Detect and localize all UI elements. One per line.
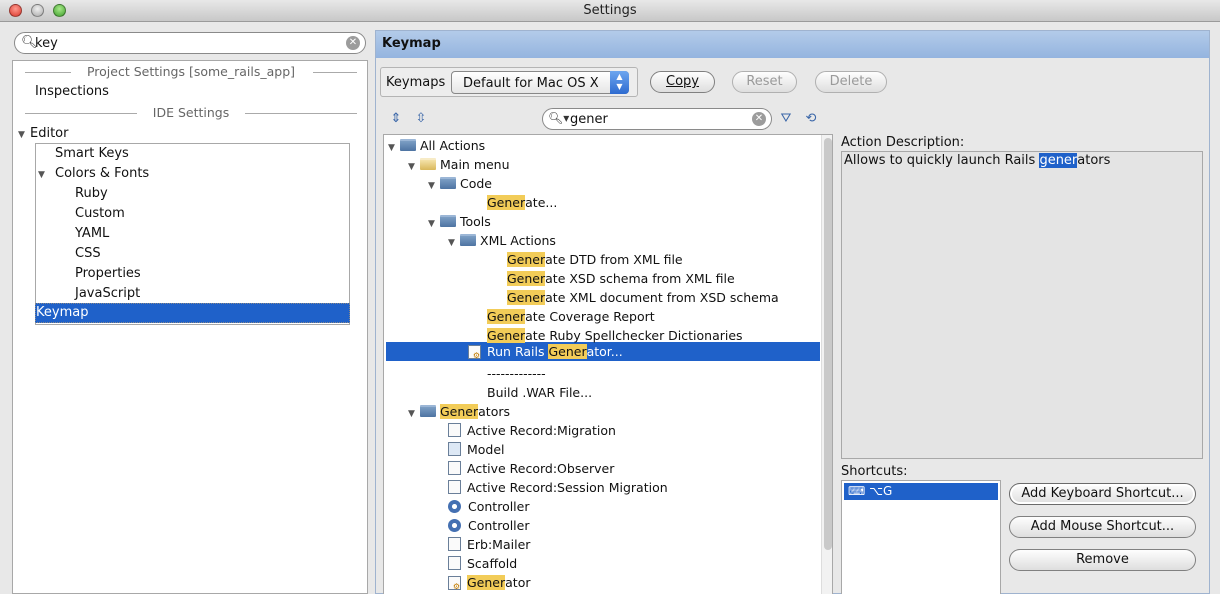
- settings-search-input[interactable]: [35, 35, 335, 51]
- folder-icon: [460, 234, 476, 246]
- keymap-select-value: Default for Mac OS X: [463, 76, 599, 91]
- tree-node[interactable]: ▼ Tools: [428, 212, 491, 231]
- document-icon: [448, 537, 461, 551]
- tree-item-keymap[interactable]: Keymap: [35, 303, 350, 323]
- keymap-panel: Keymap Keymaps Default for Mac OS X ▲ ▼ C…: [375, 30, 1210, 594]
- tree-node[interactable]: Generate XSD schema from XML file: [507, 269, 735, 288]
- tree-node[interactable]: Build .WAR File...: [487, 383, 592, 402]
- search-icon: 🔍︎▾: [548, 111, 570, 125]
- tree-item-editor[interactable]: ▼ Editor: [18, 126, 68, 141]
- reset-button[interactable]: Reset: [732, 71, 797, 93]
- expand-all-icon[interactable]: ⇕: [387, 110, 405, 128]
- tree-node[interactable]: ▼ All Actions: [388, 136, 485, 155]
- tree-node[interactable]: ▼ Code: [428, 174, 492, 193]
- actions-tree: ▼ All Actions ▼ Main menu ▼ Code Generate..…: [383, 134, 833, 594]
- action-filter-field[interactable]: 🔍︎▾ ✕: [542, 108, 772, 130]
- tree-node[interactable]: ▼ XML Actions: [448, 231, 556, 250]
- controller-icon: [448, 519, 461, 532]
- add-mouse-shortcut-button[interactable]: Add Mouse Shortcut...: [1009, 516, 1196, 538]
- document-icon: [448, 480, 461, 494]
- document-icon: [448, 556, 461, 570]
- tree-node[interactable]: Model: [448, 440, 505, 459]
- action-description-box: Allows to quickly launch Rails generator…: [841, 151, 1203, 459]
- folder-icon: [420, 158, 436, 170]
- action-description-label: Action Description:: [841, 135, 965, 150]
- tree-node[interactable]: Generate XML document from XSD schema: [507, 288, 779, 307]
- keymaps-label: Keymaps: [386, 75, 446, 90]
- shortcut-item[interactable]: ⌨ ⌥G: [844, 483, 998, 500]
- clear-filter-icon[interactable]: ✕: [752, 112, 766, 126]
- keymaps-group: Keymaps Default for Mac OS X ▲ ▼: [380, 67, 638, 97]
- tree-node[interactable]: ⚙ Generator: [448, 573, 531, 592]
- shortcuts-list: ⌨ ⌥G: [841, 480, 1001, 594]
- project-settings-separator: Project Settings [some_rails_app]: [25, 63, 357, 81]
- document-icon: [448, 461, 461, 475]
- tree-node-selected[interactable]: ⚙ Run Rails Generator...: [468, 342, 623, 361]
- tree-item-css[interactable]: CSS: [75, 246, 101, 261]
- tree-node[interactable]: Generate Coverage Report: [487, 307, 655, 326]
- scrollbar-thumb[interactable]: [824, 138, 832, 550]
- tree-scrollbar[interactable]: [821, 135, 832, 594]
- folder-icon: [440, 215, 456, 227]
- window-title: Settings: [583, 3, 637, 18]
- tree-node[interactable]: Controller: [448, 497, 530, 516]
- select-arrows-icon: ▲ ▼: [610, 71, 629, 94]
- generator-icon: ⚙: [448, 576, 461, 591]
- clear-filter-shortcut-icon[interactable]: ⟲: [802, 110, 820, 128]
- remove-shortcut-button[interactable]: Remove: [1009, 549, 1196, 571]
- panel-title: Keymap: [382, 36, 441, 51]
- tree-node[interactable]: ▼ Main menu: [408, 155, 510, 174]
- action-description-text: Allows to quickly launch Rails generator…: [844, 153, 1111, 168]
- tree-node[interactable]: Active Record:Observer: [448, 459, 614, 478]
- expand-triangle-icon[interactable]: ▼: [38, 170, 50, 180]
- tree-item-smart-keys[interactable]: Smart Keys: [55, 146, 129, 161]
- folder-icon: [420, 405, 436, 417]
- copy-button[interactable]: Copy: [650, 71, 715, 93]
- tree-item-inspections[interactable]: Inspections: [35, 84, 109, 99]
- action-filter-input[interactable]: [570, 111, 740, 127]
- tree-node[interactable]: Scaffold: [448, 554, 517, 573]
- tree-item-custom[interactable]: Custom: [75, 206, 125, 221]
- rails-action-icon: ⚙: [468, 345, 481, 360]
- settings-tree: Project Settings [some_rails_app] Inspec…: [12, 60, 368, 594]
- folder-icon: [400, 139, 416, 151]
- panel-header: Keymap: [376, 31, 1209, 58]
- keyboard-icon: ⌨: [848, 484, 870, 498]
- tree-item-yaml[interactable]: YAML: [75, 226, 109, 241]
- filter-by-shortcut-icon[interactable]: ⛛: [777, 110, 795, 128]
- tree-node[interactable]: Controller: [448, 516, 530, 535]
- keymap-select[interactable]: Default for Mac OS X ▲ ▼: [451, 71, 629, 94]
- tree-node[interactable]: ▼ Generators: [408, 402, 510, 421]
- clear-search-icon[interactable]: ✕: [346, 36, 360, 50]
- tree-item-javascript[interactable]: JavaScript: [75, 286, 140, 301]
- expand-triangle-icon[interactable]: ▼: [18, 130, 30, 140]
- tree-item-colors-fonts[interactable]: ▼ Colors & Fonts: [38, 166, 149, 181]
- tree-node[interactable]: Generate DTD from XML file: [507, 250, 683, 269]
- title-bar: Settings: [0, 0, 1220, 22]
- shortcuts-label: Shortcuts:: [841, 464, 908, 479]
- tree-item-ruby[interactable]: Ruby: [75, 186, 108, 201]
- project-settings-label: Project Settings [some_rails_app]: [86, 64, 296, 79]
- delete-button[interactable]: Delete: [815, 71, 887, 93]
- ide-settings-separator: IDE Settings: [25, 104, 357, 122]
- document-icon: [448, 423, 461, 437]
- tree-node[interactable]: Erb:Mailer: [448, 535, 530, 554]
- settings-search-field[interactable]: 🔍︎ ✕: [14, 32, 366, 54]
- tree-node[interactable]: Active Record:Session Migration: [448, 478, 668, 497]
- folder-icon: [440, 177, 456, 189]
- collapse-all-icon[interactable]: ⇳: [412, 110, 430, 128]
- tree-node[interactable]: Active Record:Migration: [448, 421, 616, 440]
- model-icon: [448, 442, 461, 456]
- controller-icon: [448, 500, 461, 513]
- ide-settings-label: IDE Settings: [152, 105, 230, 120]
- add-keyboard-shortcut-button[interactable]: Add Keyboard Shortcut...: [1009, 483, 1196, 505]
- tree-separator: -------------: [487, 366, 546, 381]
- tree-item-properties[interactable]: Properties: [75, 266, 141, 281]
- tree-node[interactable]: Generate...: [487, 193, 557, 212]
